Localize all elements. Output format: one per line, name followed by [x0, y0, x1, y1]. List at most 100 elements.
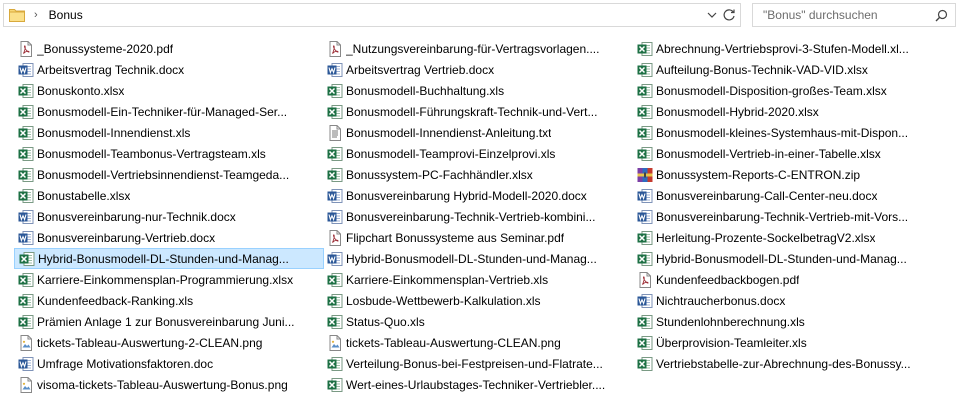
excel-icon [637, 83, 653, 99]
file-item[interactable]: Bonusvereinbarung Hybrid-Modell-2020.doc… [323, 185, 633, 206]
file-item[interactable]: Bonusmodell-Disposition-großes-Team.xlsx [633, 80, 943, 101]
file-item[interactable]: Bonustabelle.xlsx [14, 185, 324, 206]
file-item[interactable]: tickets-Tableau-Auswertung-CLEAN.png [323, 332, 633, 353]
word-icon [637, 293, 653, 309]
file-item[interactable]: visoma-tickets-Tableau-Auswertung-Bonus.… [14, 374, 324, 395]
file-name: tickets-Tableau-Auswertung-CLEAN.png [346, 335, 561, 350]
file-item[interactable]: Bonusmodell-Führungskraft-Technik-und-Ve… [323, 101, 633, 122]
file-item[interactable]: Bonusmodell-Vertrieb-in-einer-Tabelle.xl… [633, 143, 943, 164]
file-item[interactable]: Status-Quo.xls [323, 311, 633, 332]
file-name: Abrechnung-Vertriebsprovi-3-Stufen-Model… [656, 41, 909, 56]
file-name: Flipchart Bonussysteme aus Seminar.pdf [346, 230, 565, 245]
file-item[interactable]: Kundenfeedbackbogen.pdf [633, 269, 943, 290]
refresh-icon[interactable] [721, 7, 737, 23]
file-item[interactable]: Bonusmodell-Ein-Techniker-für-Managed-Se… [14, 101, 324, 122]
file-name: Bonusmodell-Disposition-großes-Team.xlsx [656, 83, 887, 98]
file-name: Bonusvereinbarung-Vertrieb.docx [37, 230, 216, 245]
zip-icon [637, 167, 653, 183]
file-item[interactable]: Bonuskonto.xlsx [14, 80, 324, 101]
file-item[interactable]: _Bonussysteme-2020.pdf [14, 38, 324, 59]
file-item[interactable]: Bonusmodell-Teambonus-Vertragsteam.xls [14, 143, 324, 164]
word-icon [637, 209, 653, 225]
pdf-icon [18, 40, 34, 57]
excel-icon [637, 146, 653, 162]
file-item[interactable]: Kundenfeedback-Ranking.xls [14, 290, 324, 311]
search-input[interactable] [753, 4, 933, 26]
file-item[interactable]: Abrechnung-Vertriebsprovi-3-Stufen-Model… [633, 38, 943, 59]
breadcrumb-separator[interactable]: › [34, 9, 38, 21]
file-item[interactable]: Bonusvereinbarung-Vertrieb.docx [14, 227, 324, 248]
file-item[interactable]: tickets-Tableau-Auswertung-2-CLEAN.png [14, 332, 324, 353]
image-icon [327, 334, 343, 351]
file-item[interactable]: Bonusvereinbarung-Technik-Vertrieb-mit-V… [633, 206, 943, 227]
file-name: Hybrid-Bonusmodell-DL-Stunden-und-Manag.… [346, 251, 597, 266]
file-item[interactable]: Prämien Anlage 1 zur Bonusvereinbarung J… [14, 311, 324, 332]
file-name: Bonusvereinbarung Hybrid-Modell-2020.doc… [346, 188, 587, 203]
excel-icon [18, 146, 34, 162]
pdf-icon [327, 229, 343, 246]
file-name: Bonusmodell-kleines-Systemhaus-mit-Dispo… [656, 125, 909, 140]
word-icon [327, 251, 343, 267]
file-item[interactable]: Umfrage Motivationsfaktoren.doc [14, 353, 324, 374]
file-name: visoma-tickets-Tableau-Auswertung-Bonus.… [37, 377, 288, 392]
file-item[interactable]: Bonusmodell-Vertriebsinnendienst-Teamged… [14, 164, 324, 185]
file-name: Bonusvereinbarung-Technik-Vertrieb-mit-V… [656, 209, 909, 224]
file-item[interactable]: Bonusmodell-kleines-Systemhaus-mit-Dispo… [633, 122, 943, 143]
search-box[interactable] [752, 3, 956, 27]
file-item[interactable]: Karriere-Einkommensplan-Vertrieb.xls [323, 269, 633, 290]
file-item[interactable]: Hybrid-Bonusmodell-DL-Stunden-und-Manag.… [633, 248, 943, 269]
word-icon [18, 230, 34, 246]
excel-icon [18, 167, 34, 183]
file-item[interactable]: Losbude-Wettbewerb-Kalkulation.xls [323, 290, 633, 311]
file-item[interactable]: Bonussystem-Reports-C-ENTRON.zip [633, 164, 943, 185]
file-item[interactable]: Arbeitsvertrag Technik.docx [14, 59, 324, 80]
file-item[interactable]: Nichtraucherbonus.docx [633, 290, 943, 311]
file-name: Bonusmodell-Buchhaltung.xls [346, 83, 505, 98]
file-name: Herleitung-Prozente-SockelbetragV2.xlsx [656, 230, 876, 245]
file-name: Arbeitsvertrag Vertrieb.docx [346, 62, 495, 77]
file-name: Losbude-Wettbewerb-Kalkulation.xls [346, 293, 541, 308]
file-item[interactable]: Bonussystem-PC-Fachhändler.xlsx [323, 164, 633, 185]
file-item[interactable]: Herleitung-Prozente-SockelbetragV2.xlsx [633, 227, 943, 248]
address-bar[interactable]: › Bonus [3, 3, 741, 27]
file-item[interactable]: Überprovision-Teamleiter.xls [633, 332, 943, 353]
file-item[interactable]: Karriere-Einkommensplan-Programmierung.x… [14, 269, 324, 290]
excel-icon [637, 230, 653, 246]
file-item[interactable]: Bonusmodell-Innendienst.xls [14, 122, 324, 143]
excel-icon [637, 251, 653, 267]
file-item[interactable]: Wert-eines-Urlaubstages-Techniker-Vertri… [323, 374, 633, 395]
file-item[interactable]: Bonusvereinbarung-Technik-Vertrieb-kombi… [323, 206, 633, 227]
excel-icon [637, 125, 653, 141]
file-name: _Nutzungsvereinbarung-für-Vertragsvorlag… [346, 41, 600, 56]
file-item[interactable]: Bonusmodell-Buchhaltung.xls [323, 80, 633, 101]
file-item[interactable]: Flipchart Bonussysteme aus Seminar.pdf [323, 227, 633, 248]
file-item[interactable]: Arbeitsvertrag Vertrieb.docx [323, 59, 633, 80]
file-item[interactable]: Hybrid-Bonusmodell-DL-Stunden-und-Manag.… [14, 248, 324, 269]
file-name: Bonusvereinbarung-Technik-Vertrieb-kombi… [346, 209, 596, 224]
file-item[interactable]: Bonusmodell-Innendienst-Anleitung.txt [323, 122, 633, 143]
file-name: Verteilung-Bonus-bei-Festpreisen-und-Fla… [346, 356, 603, 371]
breadcrumb-bonus[interactable]: Bonus [49, 8, 83, 22]
file-column-3: Abrechnung-Vertriebsprovi-3-Stufen-Model… [633, 38, 943, 374]
file-item[interactable]: Bonusmodell-Teamprovi-Einzelprovi.xls [323, 143, 633, 164]
file-name: Bonusmodell-Vertriebsinnendienst-Teamged… [37, 167, 290, 182]
file-item[interactable]: Bonusvereinbarung-Call-Center-neu.docx [633, 185, 943, 206]
file-name: Arbeitsvertrag Technik.docx [37, 62, 185, 77]
file-item[interactable]: _Nutzungsvereinbarung-für-Vertragsvorlag… [323, 38, 633, 59]
search-icon[interactable] [935, 9, 948, 22]
file-item[interactable]: Aufteilung-Bonus-Technik-VAD-VID.xlsx [633, 59, 943, 80]
file-name: Status-Quo.xls [346, 314, 425, 329]
file-item[interactable]: Vertriebstabelle-zur-Abrechnung-des-Bonu… [633, 353, 943, 374]
file-name: Karriere-Einkommensplan-Programmierung.x… [37, 272, 294, 287]
excel-icon [327, 167, 343, 183]
file-name: Vertriebstabelle-zur-Abrechnung-des-Bonu… [656, 356, 911, 371]
file-item[interactable]: Bonusmodell-Hybrid-2020.xlsx [633, 101, 943, 122]
excel-icon [18, 188, 34, 204]
file-item[interactable]: Bonusvereinbarung-nur-Technik.docx [14, 206, 324, 227]
file-name: Bonussystem-Reports-C-ENTRON.zip [656, 167, 861, 182]
file-item[interactable]: Stundenlohnberechnung.xls [633, 311, 943, 332]
file-item[interactable]: Verteilung-Bonus-bei-Festpreisen-und-Fla… [323, 353, 633, 374]
file-item[interactable]: Hybrid-Bonusmodell-DL-Stunden-und-Manag.… [323, 248, 633, 269]
chevron-down-icon[interactable] [706, 9, 718, 21]
file-name: Bonusmodell-Vertrieb-in-einer-Tabelle.xl… [656, 146, 881, 161]
